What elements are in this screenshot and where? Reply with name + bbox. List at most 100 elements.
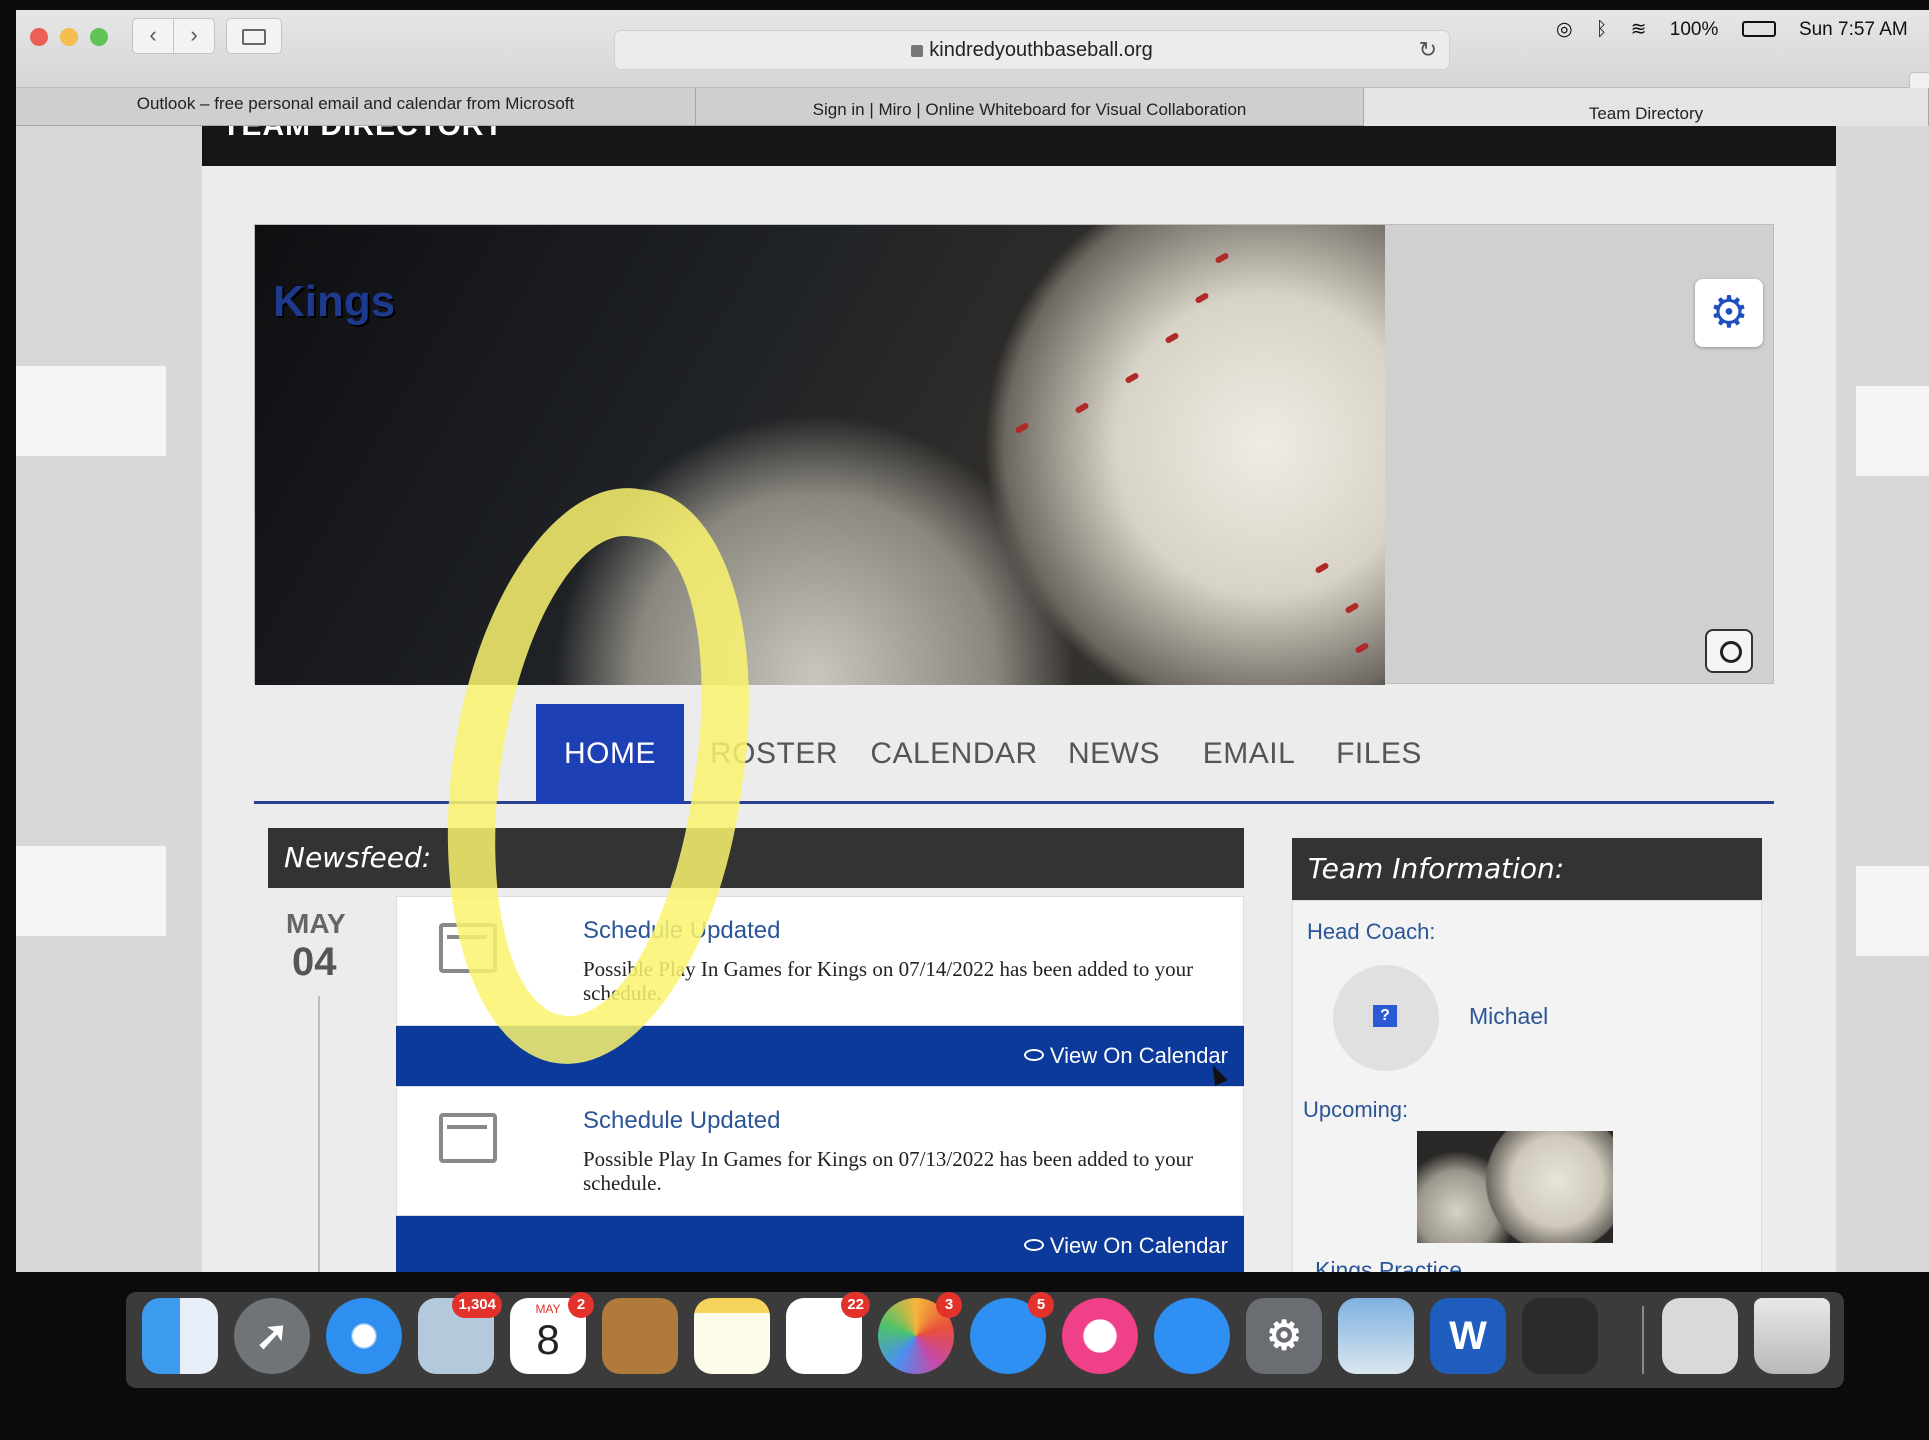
- messages-badge: 5: [1028, 1292, 1054, 1318]
- safari-icon[interactable]: [326, 1298, 402, 1374]
- avatar[interactable]: ?: [1333, 965, 1439, 1071]
- question-mark-icon: ?: [1373, 1005, 1397, 1027]
- url-text: kindredyouthbaseball.org: [929, 39, 1153, 61]
- forward-button[interactable]: ›: [173, 18, 215, 54]
- feed-date-day: 04: [292, 940, 337, 984]
- bluetooth-icon[interactable]: ᛒ: [1596, 19, 1607, 40]
- browser-toolbar: ‹ › kindredyouthbaseball.org ↻ ◎ ᛒ ≋ 100…: [16, 10, 1929, 106]
- background-stripe: [16, 366, 166, 456]
- system-preferences-icon[interactable]: ⚙: [1246, 1298, 1322, 1374]
- downloads-stack-icon[interactable]: [1662, 1298, 1738, 1374]
- feed-item-body: Possible Play In Games for Kings on 07/1…: [583, 1147, 1194, 1195]
- calendar-refresh-icon: [439, 923, 497, 973]
- background-stripe: [16, 846, 166, 936]
- screen: ‹ › kindredyouthbaseball.org ↻ ◎ ᛒ ≋ 100…: [16, 10, 1929, 1272]
- mail-icon[interactable]: 1,304: [418, 1292, 502, 1374]
- team-name: Kings: [273, 277, 396, 326]
- back-button[interactable]: ‹: [132, 18, 174, 54]
- word-icon[interactable]: W: [1430, 1298, 1506, 1374]
- creative-cloud-icon[interactable]: ◎: [1556, 19, 1573, 40]
- nav-files[interactable]: FILES: [1329, 704, 1429, 804]
- team-page-content: Kings ⚙ HOME ROSTER CALENDAR NEWS EMAIL …: [202, 166, 1836, 1272]
- gear-icon: ⚙: [1709, 288, 1749, 337]
- feed-item-body: Possible Play In Games for Kings on 07/1…: [583, 957, 1194, 1005]
- tab-team-directory[interactable]: Team Directory: [1364, 88, 1929, 126]
- gear-icon: ⚙: [1266, 1314, 1302, 1358]
- contacts-icon[interactable]: [602, 1298, 678, 1374]
- photos-badge: 3: [936, 1292, 962, 1318]
- menu-bar-clock[interactable]: Sun 7:57 AM: [1799, 19, 1908, 40]
- team-info-header: Team Information:: [1292, 838, 1762, 900]
- messages-icon[interactable]: 5: [970, 1292, 1054, 1374]
- view-on-calendar-button[interactable]: View On Calendar: [396, 1026, 1244, 1086]
- page-title: TEAM DIRECTORY: [222, 126, 504, 141]
- coach-name[interactable]: Michael: [1469, 1003, 1548, 1030]
- settings-button[interactable]: ⚙: [1695, 279, 1763, 347]
- printer-icon[interactable]: [1522, 1298, 1598, 1374]
- app-store-icon[interactable]: [1154, 1298, 1230, 1374]
- tab-strip: Outlook – free personal email and calend…: [16, 88, 1929, 126]
- calendar-app-icon[interactable]: MAY 8 2: [510, 1292, 594, 1374]
- chevron-left-icon: ‹: [149, 22, 157, 47]
- reminders-icon[interactable]: 22: [786, 1292, 870, 1374]
- minimize-window-button[interactable]: [60, 28, 78, 46]
- baseball-seam: [1194, 291, 1210, 305]
- view-on-calendar-button[interactable]: View On Calendar: [396, 1216, 1244, 1272]
- chevron-right-icon: ›: [190, 22, 198, 47]
- address-bar[interactable]: kindredyouthbaseball.org ↻: [614, 30, 1450, 70]
- finder-icon[interactable]: [142, 1298, 218, 1374]
- trash-icon[interactable]: [1754, 1298, 1830, 1374]
- team-banner: Kings ⚙: [254, 224, 1774, 685]
- baseball-seam: [1014, 421, 1030, 435]
- launchpad-icon[interactable]: ➚: [234, 1298, 310, 1374]
- close-window-button[interactable]: [30, 28, 48, 46]
- feed-item-title[interactable]: Schedule Updated: [583, 917, 780, 945]
- dock: ➚ 1,304 MAY 8 2 22 3 5 ⚙ W: [126, 1292, 1844, 1388]
- notes-icon[interactable]: [694, 1298, 770, 1374]
- baseball-seam: [1344, 601, 1360, 615]
- mail-badge: 1,304: [452, 1292, 502, 1318]
- upcoming-event-image[interactable]: [1417, 1131, 1613, 1243]
- reminders-badge: 22: [841, 1292, 870, 1318]
- upcoming-event-title[interactable]: Kings Practice: [1315, 1257, 1462, 1272]
- baseball-seam: [1314, 561, 1330, 575]
- nav-news[interactable]: NEWS: [1059, 704, 1169, 804]
- nav-roster[interactable]: ROSTER: [704, 704, 844, 804]
- sidebar-toggle-button[interactable]: [226, 18, 282, 54]
- section-title-bar: TEAM DIRECTORY: [202, 126, 1836, 166]
- banner-photo: [255, 225, 1385, 685]
- baseball-seam: [1354, 641, 1370, 655]
- tab-miro[interactable]: Sign in | Miro | Online Whiteboard for V…: [696, 88, 1364, 126]
- preview-icon[interactable]: [1338, 1298, 1414, 1374]
- nav-home[interactable]: HOME: [536, 704, 684, 804]
- upcoming-label: Upcoming:: [1303, 1097, 1409, 1122]
- battery-icon[interactable]: [1741, 21, 1776, 37]
- calendar-refresh-icon: [439, 1113, 497, 1163]
- feed-date-month: MAY: [286, 908, 346, 939]
- battery-percent: 100%: [1669, 19, 1719, 40]
- feed-item: Schedule Updated Possible Play In Games …: [396, 1086, 1244, 1216]
- nav-email[interactable]: EMAIL: [1189, 704, 1309, 804]
- eye-icon: [1023, 1049, 1044, 1061]
- word-letter: W: [1449, 1314, 1487, 1358]
- background-stripe: [1856, 866, 1929, 956]
- view-on-calendar-label: View On Calendar: [1049, 1043, 1228, 1068]
- photos-icon[interactable]: 3: [878, 1292, 962, 1374]
- wifi-icon[interactable]: ≋: [1631, 19, 1647, 40]
- lock-icon: [911, 45, 924, 57]
- tab-outlook[interactable]: Outlook – free personal email and calend…: [16, 88, 696, 126]
- team-info-panel: Head Coach: ? Michael Upcoming: Kings Pr…: [1292, 900, 1762, 1272]
- background-stripe: [1856, 386, 1929, 476]
- nav-calendar[interactable]: CALENDAR: [869, 704, 1039, 804]
- feed-item-title[interactable]: Schedule Updated: [583, 1107, 780, 1135]
- zoom-window-button[interactable]: [90, 28, 108, 46]
- music-icon[interactable]: [1062, 1298, 1138, 1374]
- web-page: TEAM DIRECTORY Kings ⚙: [16, 126, 1929, 1272]
- camera-icon[interactable]: [1705, 629, 1753, 673]
- reload-icon[interactable]: ↻: [1419, 31, 1437, 69]
- menu-bar-status: ◎ ᛒ ≋ 100% Sun 7:57 AM: [1556, 18, 1926, 41]
- dock-separator: [1642, 1306, 1644, 1374]
- baseball-seam: [1214, 251, 1230, 265]
- rocket-icon: ➚: [255, 1314, 289, 1358]
- head-coach-label: Head Coach:: [1307, 919, 1436, 944]
